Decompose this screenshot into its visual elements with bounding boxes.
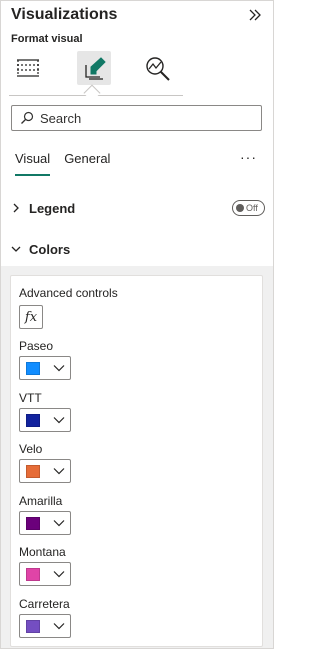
pane-header: Visualizations bbox=[11, 5, 265, 27]
color-swatch bbox=[26, 362, 40, 375]
legend-toggle-state: Off bbox=[246, 203, 258, 213]
chevron-right-icon bbox=[13, 203, 19, 213]
legend-label: Legend bbox=[29, 200, 76, 216]
chevron-down-icon bbox=[11, 246, 21, 252]
colors-label: Colors bbox=[29, 241, 71, 257]
series-name-label: VTT bbox=[19, 390, 42, 405]
tab-build-visual[interactable] bbox=[11, 51, 45, 85]
color-swatch bbox=[26, 568, 40, 581]
series-color-amarilla: Amarilla bbox=[19, 493, 219, 543]
colors-section-header[interactable]: Colors bbox=[9, 236, 265, 262]
color-picker-dropdown[interactable] bbox=[19, 459, 71, 483]
chevron-down-icon bbox=[53, 622, 65, 629]
visual-general-tabs: Visual General bbox=[15, 151, 124, 176]
format-visual-label: Format visual bbox=[11, 33, 83, 45]
active-tab-indicator bbox=[83, 84, 101, 102]
color-picker-dropdown[interactable] bbox=[19, 356, 71, 380]
series-name-label: Paseo bbox=[19, 339, 54, 353]
color-picker-dropdown[interactable] bbox=[19, 562, 71, 586]
visualizations-pane: Visualizations Format visual Search Visu… bbox=[0, 0, 274, 649]
tab-visual[interactable]: Visual bbox=[15, 151, 51, 176]
advanced-controls-label: Advanced controls bbox=[19, 286, 118, 300]
color-swatch bbox=[26, 465, 40, 478]
colors-card: Advanced controls fx Paseo VTT Velo Amarill… bbox=[10, 275, 263, 647]
table-grid-icon bbox=[17, 59, 39, 77]
collapse-pane-icon[interactable] bbox=[247, 7, 263, 23]
chevron-down-icon bbox=[53, 468, 65, 475]
chevron-down-icon bbox=[53, 365, 65, 372]
chevron-down-icon bbox=[53, 416, 65, 423]
search-input[interactable] bbox=[40, 110, 240, 126]
chevron-down-icon bbox=[53, 519, 65, 526]
series-name-label: Velo bbox=[19, 442, 43, 456]
search-box[interactable] bbox=[11, 105, 262, 131]
color-swatch bbox=[26, 619, 40, 633]
color-swatch bbox=[26, 516, 40, 530]
tab-analytics[interactable] bbox=[141, 51, 175, 85]
series-color-vtt: VTT bbox=[19, 390, 219, 440]
fx-button[interactable]: fx bbox=[19, 305, 43, 329]
color-picker-dropdown[interactable] bbox=[19, 407, 71, 432]
pane-title: Visualizations bbox=[11, 6, 118, 23]
search-icon bbox=[21, 111, 34, 124]
series-name-label: Amarilla bbox=[19, 493, 63, 508]
color-picker-dropdown[interactable] bbox=[19, 510, 71, 535]
series-color-velo: Velo bbox=[19, 441, 219, 491]
series-color-montana: Montana bbox=[19, 544, 219, 594]
series-color-carretera: Carretera bbox=[19, 596, 219, 646]
series-name-label: Carretera bbox=[19, 596, 70, 611]
series-color-paseo: Paseo bbox=[19, 338, 219, 388]
toggle-knob bbox=[236, 204, 244, 212]
legend-section-header[interactable]: Legend Off bbox=[9, 195, 265, 221]
more-options-button[interactable]: ··· bbox=[240, 149, 257, 165]
tab-general[interactable]: General bbox=[64, 151, 110, 173]
color-picker-dropdown[interactable] bbox=[19, 613, 71, 638]
paint-brush-icon bbox=[85, 57, 106, 80]
tab-format-visual[interactable] bbox=[77, 51, 111, 85]
legend-toggle[interactable]: Off bbox=[232, 200, 265, 216]
analytics-magnifier-icon bbox=[146, 57, 170, 81]
chevron-down-icon bbox=[53, 571, 65, 578]
series-name-label: Montana bbox=[19, 545, 66, 559]
color-swatch bbox=[26, 413, 40, 427]
